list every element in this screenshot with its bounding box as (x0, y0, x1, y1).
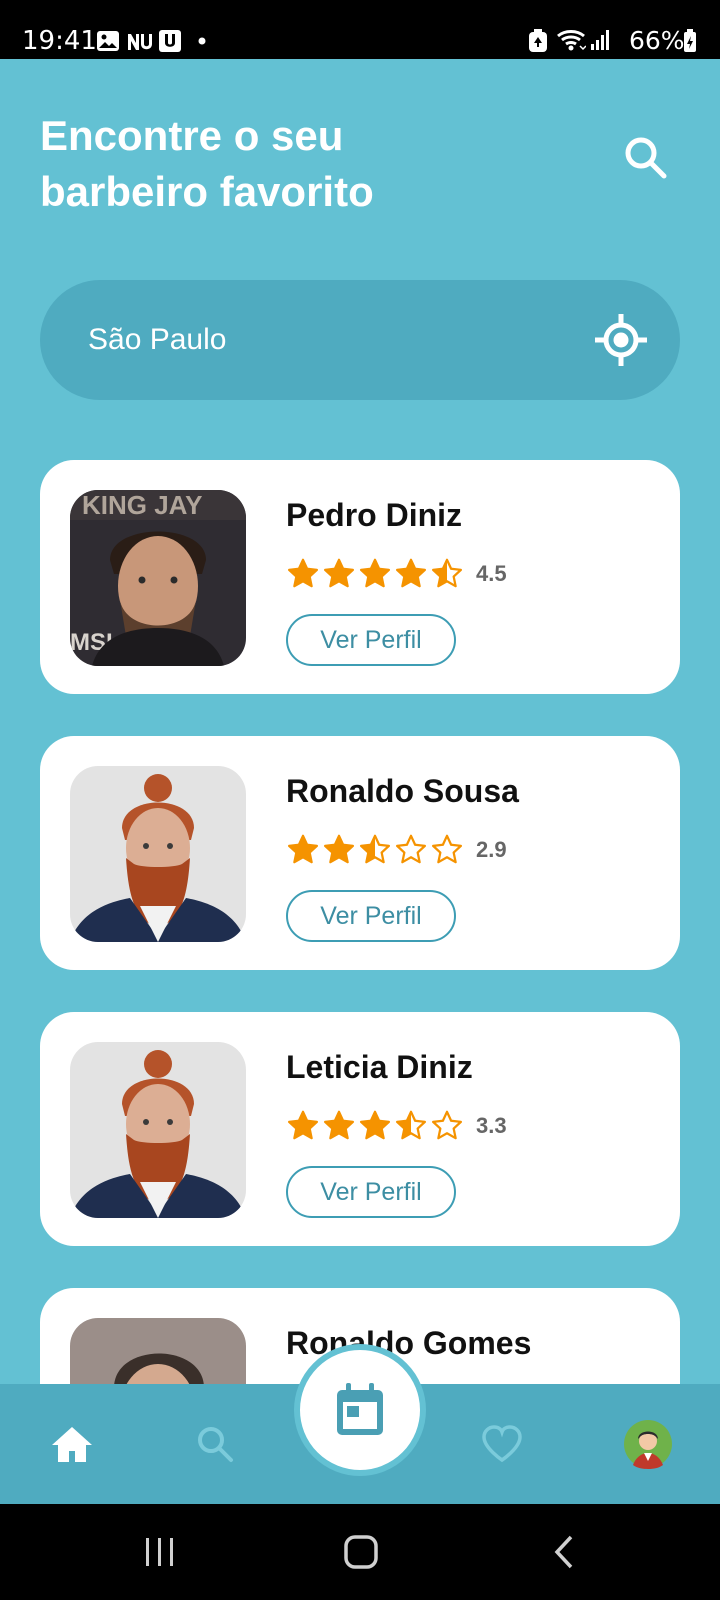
star-empty-icon (431, 834, 463, 864)
signal-icon (591, 30, 609, 50)
star-full-icon (359, 558, 391, 588)
gps-locate-icon (595, 314, 647, 366)
home-button[interactable] (331, 1528, 391, 1576)
star-half-icon (395, 1110, 427, 1140)
search-icon (198, 1427, 233, 1462)
rating-value: 4.5 (476, 561, 507, 586)
star-empty-icon (395, 834, 427, 864)
uber-icon (159, 30, 181, 52)
nubank-icon (128, 34, 152, 50)
status-bar: 19:41 66% (0, 0, 720, 59)
dot-icon (198, 37, 206, 45)
barber-photo: KING JAY MSI (70, 490, 246, 666)
star-rating (286, 1109, 464, 1143)
battery-saver-icon (529, 29, 547, 52)
barber-name: Leticia Diniz (286, 1049, 473, 1085)
nav-home[interactable] (42, 1414, 102, 1474)
star-full-icon (323, 558, 355, 588)
star-rating (286, 833, 464, 867)
barber-card[interactable]: KING JAY MSI Pedro Diniz 4.5 Ver Perfil (40, 460, 680, 694)
locate-button[interactable] (593, 312, 649, 368)
home-icon (52, 1427, 92, 1462)
profile-avatar (624, 1420, 672, 1469)
search-icon (625, 137, 667, 179)
star-full-icon (323, 834, 355, 864)
star-rating (286, 557, 464, 591)
star-full-icon (395, 558, 427, 588)
back-button[interactable] (534, 1528, 594, 1576)
page-title: Encontre o seu barbeiro favorito (40, 112, 374, 215)
barber-card[interactable]: Ronaldo Sousa 2.9 Ver Perfil (40, 736, 680, 970)
star-empty-icon (431, 1110, 463, 1140)
star-full-icon (287, 834, 319, 864)
system-nav-bar (0, 1504, 720, 1600)
barber-card[interactable]: Leticia Diniz 3.3 Ver Perfil (40, 1012, 680, 1246)
nav-search[interactable] (185, 1414, 245, 1474)
star-full-icon (359, 1110, 391, 1140)
back-chevron-icon (554, 1535, 573, 1569)
battery-icon (684, 29, 696, 52)
rating-value: 3.3 (476, 1113, 507, 1138)
gallery-icon (97, 31, 119, 51)
heart-icon (482, 1425, 522, 1463)
svg-text:KING JAY: KING JAY (82, 490, 202, 520)
nav-favorites[interactable] (472, 1414, 532, 1474)
battery-percent: 66% (629, 26, 685, 55)
barber-photo (70, 766, 246, 942)
barber-photo (70, 1042, 246, 1218)
ver-perfil-button[interactable]: Ver Perfil (286, 1166, 456, 1218)
home-square-icon (344, 1535, 378, 1569)
star-half-icon (431, 558, 463, 588)
calendar-icon (337, 1383, 383, 1435)
location-bar[interactable]: São Paulo (40, 280, 680, 400)
nav-profile[interactable] (618, 1414, 678, 1474)
ver-perfil-button[interactable]: Ver Perfil (286, 614, 456, 666)
star-full-icon (287, 1110, 319, 1140)
calendar-fab-button[interactable] (294, 1344, 426, 1476)
header-search-button[interactable] (620, 132, 672, 184)
location-city: São Paulo (88, 323, 227, 356)
wifi-icon (557, 30, 586, 51)
star-full-icon (323, 1110, 355, 1140)
star-full-icon (287, 558, 319, 588)
ver-perfil-button[interactable]: Ver Perfil (286, 890, 456, 942)
barber-name: Ronaldo Sousa (286, 773, 519, 809)
barber-name: Pedro Diniz (286, 497, 463, 533)
star-half-icon (359, 834, 391, 864)
rating-value: 2.9 (476, 837, 507, 862)
recent-apps-icon (146, 1538, 173, 1566)
recent-apps-button[interactable] (130, 1528, 190, 1576)
status-time: 19:41 (22, 26, 97, 56)
